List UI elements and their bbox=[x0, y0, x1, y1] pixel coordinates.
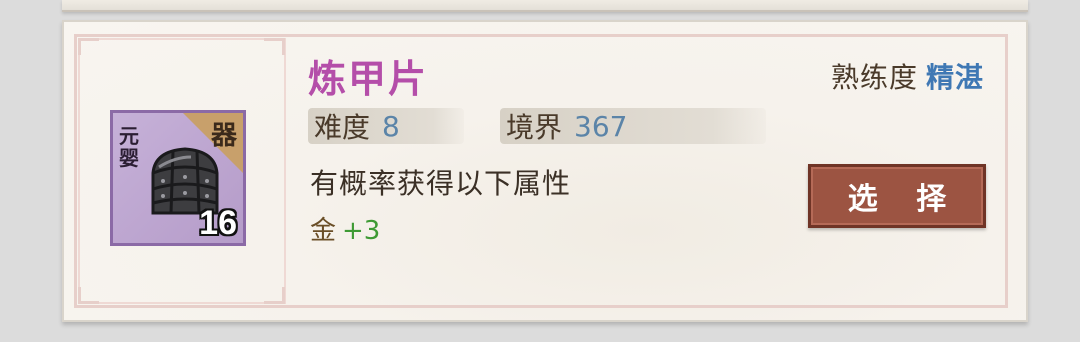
frame-corner-ornament bbox=[264, 287, 285, 304]
attribute-line: 金 +3 bbox=[310, 210, 380, 247]
difficulty-label: 难度 bbox=[314, 111, 371, 144]
realm-label: 境界 bbox=[506, 111, 563, 144]
item-name: 炼甲片 bbox=[308, 57, 429, 101]
attribute-bonus: +3 bbox=[342, 216, 381, 246]
mastery-indicator: 熟练度 精湛 bbox=[831, 56, 984, 96]
difficulty-value: 8 bbox=[382, 109, 400, 143]
recipe-card[interactable]: 器 元婴 16 炼甲片 熟练度精湛 难度 8 境界 367 有概率获得以下属性 bbox=[62, 20, 1028, 322]
item-icon-slot[interactable]: 器 元婴 16 bbox=[110, 110, 246, 246]
realm-value: 367 bbox=[574, 109, 628, 143]
realm-stat: 境界 367 bbox=[500, 108, 766, 144]
frame-corner-ornament bbox=[78, 38, 99, 55]
mastery-value: 精湛 bbox=[925, 61, 984, 94]
realm-badge: 元婴 bbox=[119, 124, 139, 170]
attribute-description: 有概率获得以下属性 bbox=[310, 167, 572, 200]
difficulty-stat: 难度 8 bbox=[308, 108, 464, 144]
frame-corner-ornament bbox=[78, 287, 99, 304]
previous-card-edge bbox=[62, 0, 1028, 12]
attribute-element: 金 bbox=[310, 216, 337, 246]
frame-corner-ornament bbox=[264, 38, 285, 55]
select-button[interactable]: 选 择 bbox=[808, 164, 986, 228]
mastery-label: 熟练度 bbox=[830, 61, 918, 94]
item-count: 16 bbox=[199, 204, 237, 242]
